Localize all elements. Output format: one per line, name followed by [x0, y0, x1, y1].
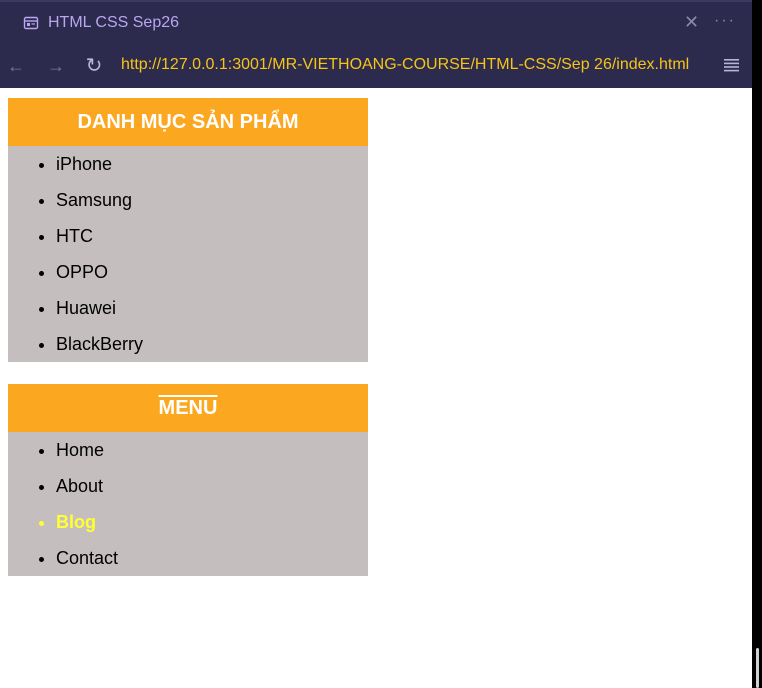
menu-heading: MENU: [8, 384, 368, 432]
forward-arrow-icon[interactable]: →: [46, 54, 66, 78]
back-arrow-icon[interactable]: ←: [6, 54, 26, 78]
more-options-icon[interactable]: ···: [714, 12, 736, 30]
reload-icon[interactable]: ↻: [84, 54, 104, 78]
category-item[interactable]: iPhone: [56, 146, 368, 182]
menu-heading-text: MENU: [158, 397, 218, 419]
category-list: iPhone Samsung HTC OPPO Huawei BlackBerr…: [8, 146, 368, 362]
menu-item-about[interactable]: About: [56, 468, 368, 504]
scrollbar-track[interactable]: [752, 0, 762, 688]
category-item[interactable]: OPPO: [56, 254, 368, 290]
tab-title[interactable]: HTML CSS Sep26: [48, 14, 179, 32]
page-content: DANH MỤC SẢN PHẨM iPhone Samsung HTC OPP…: [0, 88, 752, 688]
browser-window: HTML CSS Sep26 ✕ ··· ← → ↻ http://127.0.…: [0, 0, 752, 688]
menu-item-contact[interactable]: Contact: [56, 540, 368, 576]
category-item[interactable]: HTC: [56, 218, 368, 254]
category-item[interactable]: Samsung: [56, 182, 368, 218]
menu-list: Home About Blog Contact: [8, 432, 368, 576]
menu-item-blog[interactable]: Blog: [56, 504, 368, 540]
close-tab-icon[interactable]: ✕: [684, 13, 699, 31]
browser-tab-icon: [23, 16, 39, 30]
category-heading: DANH MỤC SẢN PHẨM: [8, 98, 368, 146]
tab-bar: HTML CSS Sep26 ✕ ···: [0, 0, 752, 46]
navigation-bar: ← → ↻ http://127.0.0.1:3001/MR-VIETHOANG…: [0, 46, 752, 88]
address-bar[interactable]: http://127.0.0.1:3001/MR-VIETHOANG-COURS…: [121, 56, 689, 74]
menu-box: MENU Home About Blog Contact: [8, 384, 368, 576]
category-item[interactable]: BlackBerry: [56, 326, 368, 362]
category-item[interactable]: Huawei: [56, 290, 368, 326]
menu-item-home[interactable]: Home: [56, 432, 368, 468]
scrollbar-thumb[interactable]: [756, 648, 759, 688]
hamburger-menu-icon[interactable]: [724, 58, 740, 72]
category-box: DANH MỤC SẢN PHẨM iPhone Samsung HTC OPP…: [8, 98, 368, 362]
